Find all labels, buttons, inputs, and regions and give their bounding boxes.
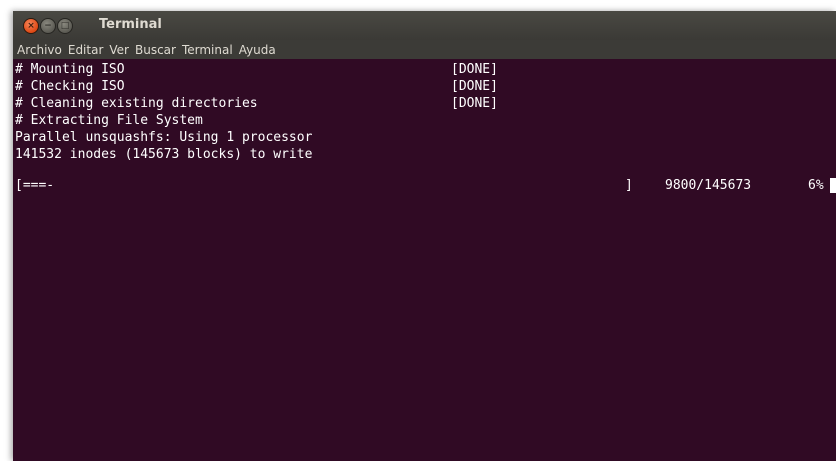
terminal-window: × − □ Terminal Archivo Editar Ver Buscar… xyxy=(13,11,836,461)
close-icon: × xyxy=(27,20,35,31)
status-done: [DONE] xyxy=(451,96,498,111)
terminal-line: # Checking ISO xyxy=(15,79,125,94)
menu-ayuda[interactable]: Ayuda xyxy=(239,43,276,57)
close-button[interactable]: × xyxy=(23,18,39,34)
status-done: [DONE] xyxy=(451,62,498,77)
menu-archivo[interactable]: Archivo xyxy=(17,43,62,57)
status-done: [DONE] xyxy=(451,79,498,94)
menu-buscar[interactable]: Buscar xyxy=(135,43,176,57)
terminal-output[interactable]: # Mounting ISO [DONE] # Checking ISO [DO… xyxy=(13,59,836,461)
terminal-line: Parallel unsquashfs: Using 1 processor xyxy=(15,130,313,145)
minimize-button[interactable]: − xyxy=(40,18,56,34)
progress-percent: 6% xyxy=(808,178,824,193)
menu-ver[interactable]: Ver xyxy=(109,43,129,57)
maximize-button[interactable]: □ xyxy=(57,18,73,34)
progress-bar-start: [===- xyxy=(15,178,55,193)
menu-terminal[interactable]: Terminal xyxy=(182,43,233,57)
maximize-icon: □ xyxy=(60,20,70,31)
terminal-line: 141532 inodes (145673 blocks) to write xyxy=(15,147,313,162)
menu-bar: Archivo Editar Ver Buscar Terminal Ayuda xyxy=(13,40,836,59)
title-bar[interactable]: × − □ Terminal xyxy=(13,11,836,40)
terminal-cursor xyxy=(830,178,836,193)
window-title: Terminal xyxy=(99,17,162,32)
progress-count: 9800/145673 xyxy=(665,178,752,193)
terminal-line: # Extracting File System xyxy=(15,113,203,128)
terminal-line: # Mounting ISO xyxy=(15,62,125,77)
menu-editar[interactable]: Editar xyxy=(68,43,104,57)
progress-bar-end: ] xyxy=(625,178,633,193)
terminal-line: # Cleaning existing directories xyxy=(15,96,258,111)
minimize-icon: − xyxy=(44,20,52,31)
